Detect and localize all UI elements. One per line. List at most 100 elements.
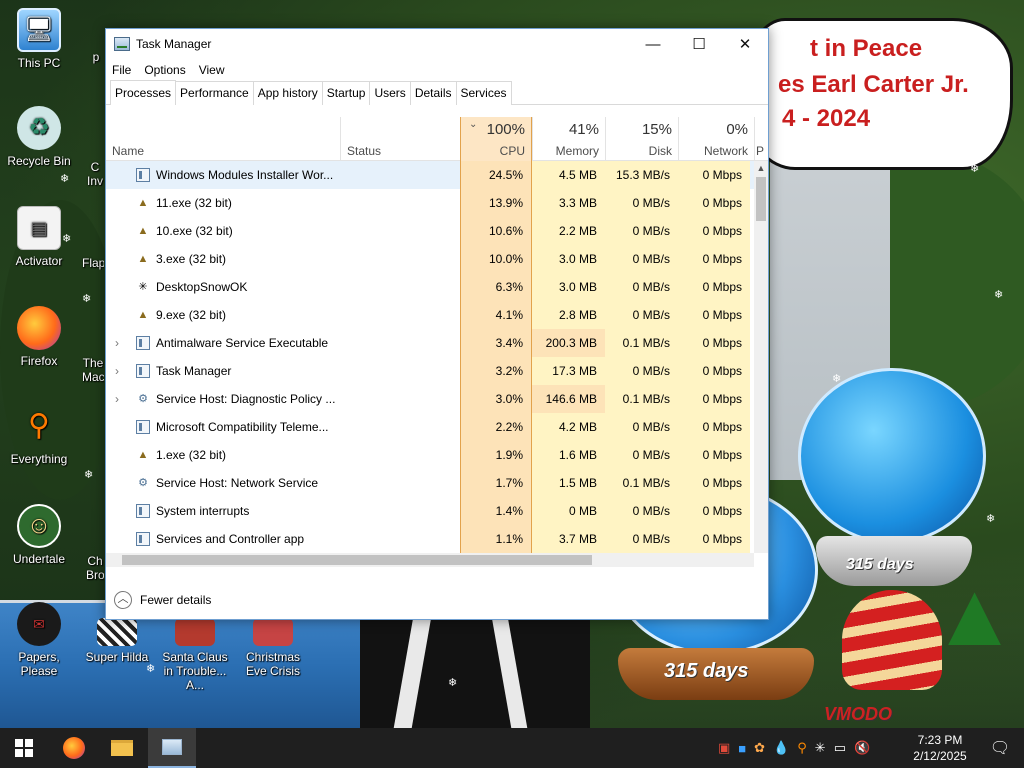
column-header-cpu[interactable]: ⌄ 100% CPU [460,117,532,161]
window-icon [136,504,150,518]
file-explorer-icon[interactable] [98,728,146,768]
process-row[interactable]: ▲ 9.exe (32 bit) 4.1% 2.8 MB 0 MB/s 0 Mbps [106,301,754,329]
desktop-icon-santa-claus[interactable]: Santa Claus in Trouble... A... [156,618,234,692]
desktop-icon-super-hilda[interactable]: Super Hilda [78,618,156,664]
search-icon[interactable]: ⚲ [797,740,807,756]
process-network: 0 Mbps [678,469,750,497]
tab-startup[interactable]: Startup [321,81,371,105]
desktop-icon-partial[interactable]: Flap [82,256,104,270]
process-name: 9.exe (32 bit) [156,308,227,322]
paint-icon[interactable]: ✿ [754,740,765,756]
process-row[interactable]: Windows Modules Installer Wor... 24.5% 4.5… [106,161,754,189]
snowflake-icon[interactable]: ✳ [815,740,826,756]
notification-icon[interactable]: 🗨 [980,728,1020,768]
menu-view[interactable]: View [199,63,232,77]
column-header-status[interactable]: Status [340,117,460,161]
desktop-icon-papers-please[interactable]: ✉ Papers, Please [0,602,78,678]
column-header-label: Status [347,144,382,158]
expand-chevron-icon[interactable]: › [115,357,119,385]
task-manager-window[interactable]: Task Manager — ☐ ✕ File Options View Pro… [105,28,769,620]
scrollbar-thumb[interactable] [122,555,592,565]
close-button[interactable]: ✕ [722,29,768,59]
process-network: 0 Mbps [678,497,750,525]
globe-days-label: 315 days [664,660,749,682]
water-drop-icon[interactable]: 💧 [773,740,789,756]
desktop-icon-christmas-eve-crisis[interactable]: Christmas Eve Crisis [234,618,312,678]
desktop-icon-partial[interactable]: C Inv [86,160,104,188]
tab-services[interactable]: Services [455,81,512,105]
maximize-button[interactable]: ☐ [676,29,722,59]
process-network: 0 Mbps [678,273,750,301]
process-name: 1.exe (32 bit) [156,448,227,462]
process-row[interactable]: ▲ 1.exe (32 bit) 1.9% 1.6 MB 0 MB/s 0 Mbps [106,441,754,469]
desktop-icon-partial[interactable]: p [88,50,104,64]
process-network: 0 Mbps [678,525,750,553]
desktop-icon-undertale[interactable]: ☺ Undertale [0,504,78,566]
minimize-button[interactable]: — [630,29,676,59]
process-row[interactable]: › Antimalware Service Executable 3.4% 200.3… [106,329,754,357]
menu-options[interactable]: Options [144,63,192,77]
desktop-icon-label: Undertale [12,552,66,566]
window-icon [136,532,150,546]
network-icon[interactable]: ▭ [834,740,846,756]
game-icon [97,618,137,646]
column-header-name[interactable]: Name [106,117,340,161]
desktop-icon-partial[interactable]: The Mac [82,356,104,384]
tab-details[interactable]: Details [409,81,457,105]
process-cpu: 24.5% [460,161,532,189]
desktop-icon-label: Flap [82,256,104,270]
chevron-up-icon[interactable]: ︿ [114,591,132,609]
expand-chevron-icon[interactable]: › [115,385,119,413]
title-bar[interactable]: Task Manager — ☐ ✕ [106,29,768,59]
column-header-memory[interactable]: 41% Memory [532,117,605,161]
desktop-icon-this-pc[interactable]: 🖥 This PC [0,8,78,70]
process-row[interactable]: ⚙ Service Host: Network Service 1.7% 1.5 MB… [106,469,754,497]
firefox-icon[interactable] [50,728,98,768]
process-row[interactable]: ▲ 3.exe (32 bit) 10.0% 3.0 MB 0 MB/s 0 Mbps [106,245,754,273]
windows-logo-icon[interactable] [0,728,48,768]
process-row[interactable]: › Task Manager 3.2% 17.3 MB 0 MB/s 0 Mbps [106,357,754,385]
process-row[interactable]: ▲ 10.exe (32 bit) 10.6% 2.2 MB 0 MB/s 0 Mbps [106,217,754,245]
expand-chevron-icon[interactable]: › [115,329,119,357]
clock[interactable]: 7:23 PM 2/12/2025 [900,732,980,764]
horizontal-scrollbar[interactable] [106,553,754,567]
snowflake-icon: ❄ [448,677,458,689]
process-row[interactable]: System interrupts 1.4% 0 MB 0 MB/s 0 Mbps [106,497,754,525]
column-header-network[interactable]: 0% Network [678,117,754,161]
process-row[interactable]: Microsoft Compatibility Teleme... 2.2% 4.2… [106,413,754,441]
column-header-power[interactable]: P [754,117,768,161]
tab-processes[interactable]: Processes [110,80,177,105]
desktop-icon-everything[interactable]: ⚲ Everything [0,404,78,467]
process-memory: 200.3 MB [532,329,605,357]
process-disk: 0 MB/s [605,441,678,469]
column-header-label: Memory [555,144,599,158]
process-row[interactable]: Services and Controller app 1.1% 3.7 MB 0 M… [106,525,754,553]
tree-icon: ▲ [137,225,149,237]
process-row[interactable]: › ⚙ Service Host: Diagnostic Policy ... 3.0… [106,385,754,413]
scroll-up-icon[interactable]: ▲ [754,161,768,175]
fewer-details-link[interactable]: Fewer details [140,593,211,607]
process-memory: 3.7 MB [532,525,605,553]
scrollbar-thumb[interactable] [756,177,766,221]
desktop-icon-recycle-bin[interactable]: ♻ Recycle Bin [0,106,78,168]
desktop-icon-firefox[interactable]: Firefox [0,306,78,368]
snowflake-icon: ❄ [146,663,156,675]
tab-app-history[interactable]: App history [252,81,323,105]
process-row[interactable]: ✳ DesktopSnowOK 6.3% 3.0 MB 0 MB/s 0 Mbps [106,273,754,301]
volume-muted-icon[interactable]: 🔇 [854,740,870,756]
vertical-scrollbar[interactable]: ▲ [754,161,768,553]
media-icon[interactable]: ▣ [718,740,730,756]
tab-users[interactable]: Users [369,81,411,105]
column-header-disk[interactable]: 15% Disk [605,117,678,161]
column-header-percent: 100% [486,121,525,138]
tree-icon: ▲ [137,449,149,461]
menu-file[interactable]: File [112,63,138,77]
task-manager-icon[interactable] [148,728,196,768]
column-header-label: Name [112,144,145,158]
blue-square-icon[interactable]: ■ [738,741,746,756]
desktop-icon-partial[interactable]: Ch Bro [86,554,104,582]
process-row[interactable]: ▲ 11.exe (32 bit) 13.9% 3.3 MB 0 MB/s 0 Mbps [106,189,754,217]
tab-performance[interactable]: Performance [175,81,254,105]
desktop-icon-label: Ch Bro [86,554,104,582]
process-memory: 1.5 MB [532,469,605,497]
